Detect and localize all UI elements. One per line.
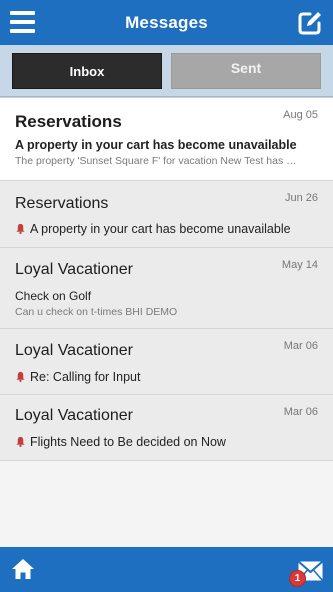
bottom-bar: 1 [0,547,333,592]
unread-count-badge: 1 [289,570,306,587]
message-row[interactable]: Loyal Vacationer Mar 06 Re: Calling for … [0,329,333,395]
message-row[interactable]: Reservations Aug 05 A property in your c… [0,98,333,181]
message-sender: Loyal Vacationer [15,342,133,359]
tab-inbox[interactable]: Inbox [12,53,162,89]
message-sender: Reservations [15,112,122,131]
message-subject: Check on Golf [15,289,92,303]
message-row[interactable]: Loyal Vacationer May 14 Check on Golf Ca… [0,248,333,329]
message-row[interactable]: Reservations Jun 26 A property in your c… [0,181,333,248]
hamburger-icon [10,11,35,15]
bell-icon [16,223,25,234]
home-button[interactable] [11,558,35,580]
home-icon [12,559,34,579]
message-subject: Re: Calling for Input [30,370,141,384]
message-subject-line: A property in your cart has become unava… [15,222,291,236]
message-date: May 14 [281,259,318,271]
mailbox-tabs: Inbox Sent [0,45,333,97]
message-sender: Loyal Vacationer [15,261,133,278]
compose-icon [298,12,321,35]
message-subject: A property in your cart has become unava… [15,138,297,152]
message-date: Aug 05 [283,109,318,121]
bell-icon [16,436,25,447]
compose-button[interactable] [297,10,323,36]
tab-sent[interactable]: Sent [171,53,321,89]
message-date: Mar 06 [283,406,318,418]
message-sender: Reservations [15,195,109,212]
message-date: Jun 26 [284,192,318,204]
message-subject: A property in your cart has become unava… [30,222,291,236]
menu-button[interactable] [10,11,35,33]
message-sender: Loyal Vacationer [15,407,133,424]
message-list: Reservations Aug 05 A property in your c… [0,97,333,461]
message-row[interactable]: Loyal Vacationer Mar 06 Flights Need to … [0,395,333,461]
bell-icon [16,371,25,382]
message-date: Mar 06 [283,340,318,352]
message-subject-line: Flights Need to Be decided on Now [15,435,226,449]
message-subject: Flights Need to Be decided on Now [30,435,226,449]
page-title: Messages [125,12,208,32]
message-preview: Can u check on t-times BHI DEMO [15,306,178,318]
top-bar: Messages [0,0,333,45]
message-preview: The property 'Sunset Square F' for vacat… [15,155,297,167]
message-subject-line: Re: Calling for Input [15,370,140,384]
